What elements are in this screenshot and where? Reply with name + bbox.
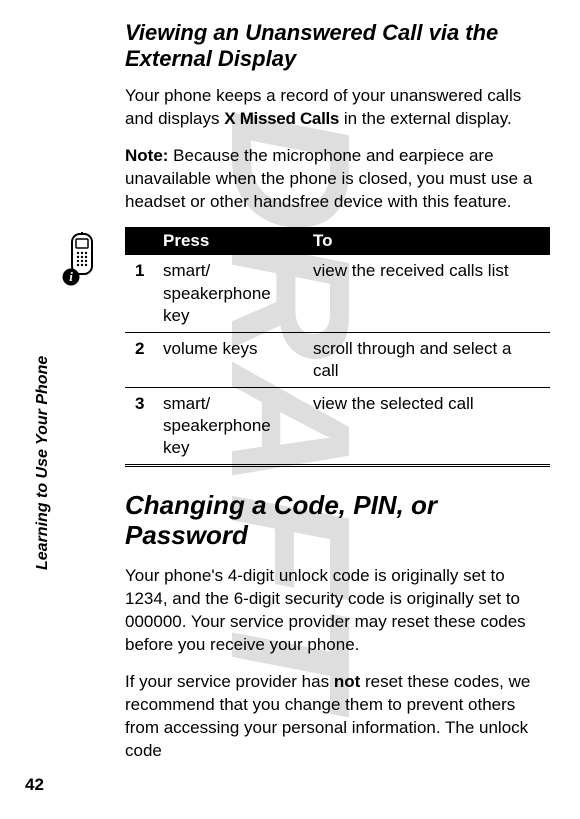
text-run: Because the microphone and earpiece are …: [125, 146, 532, 211]
note-label: Note:: [125, 146, 173, 165]
press-cell: smart/speakerphonekey: [153, 387, 303, 465]
to-cell: scroll through and select a call: [303, 332, 550, 387]
note-paragraph: Note: Because the microphone and earpiec…: [125, 145, 550, 214]
paragraph: If your service provider has not reset t…: [125, 671, 550, 763]
missed-calls-label: X Missed Calls: [224, 109, 339, 128]
table-header-row: Press To: [125, 227, 550, 255]
table-header-to: To: [303, 227, 550, 255]
page-content: Viewing an Unanswered Call via the Exter…: [0, 0, 580, 797]
steps-table: Press To 1 smart/speakerphonekey view th…: [125, 227, 550, 467]
table-row: 3 smart/speakerphonekey view the selecte…: [125, 387, 550, 465]
step-number: 2: [125, 332, 153, 387]
table-row: 1 smart/speakerphonekey view the receive…: [125, 255, 550, 332]
section-heading-2: Changing a Code, PIN, or Password: [125, 491, 550, 551]
press-cell: volume keys: [153, 332, 303, 387]
bold-text: not: [334, 672, 360, 691]
table-header-press: Press: [153, 227, 303, 255]
text-run: in the external display.: [339, 109, 512, 128]
to-cell: view the received calls list: [303, 255, 550, 332]
table-row: 2 volume keys scroll through and select …: [125, 332, 550, 387]
paragraph: Your phone's 4-digit unlock code is orig…: [125, 565, 550, 657]
text-run: If your service provider has: [125, 672, 334, 691]
step-number: 1: [125, 255, 153, 332]
paragraph: Your phone keeps a record of your unansw…: [125, 85, 550, 131]
to-cell: view the selected call: [303, 387, 550, 465]
step-number: 3: [125, 387, 153, 465]
press-cell: smart/speakerphonekey: [153, 255, 303, 332]
section-heading-1: Viewing an Unanswered Call via the Exter…: [125, 20, 550, 73]
table-header-blank: [125, 227, 153, 255]
